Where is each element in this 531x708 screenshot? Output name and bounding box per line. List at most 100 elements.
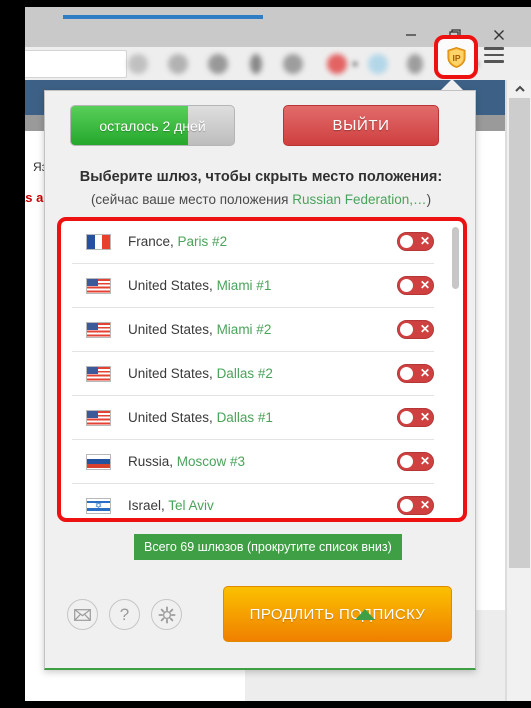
scroll-up-button[interactable] — [507, 80, 531, 97]
gateway-count-tooltip: Всего 69 шлюзов (прокрутите список вниз) — [134, 534, 402, 560]
minimize-button[interactable] — [393, 22, 429, 47]
gateway-toggle[interactable]: ✕ — [397, 408, 434, 427]
gateway-country: United States, — [128, 322, 213, 337]
gateway-city: Moscow #3 — [176, 454, 246, 469]
help-icon[interactable]: ? — [109, 599, 140, 630]
gateway-label: France, Paris #2 — [128, 234, 227, 249]
svg-text:IP: IP — [452, 53, 460, 63]
toggle-off-icon: ✕ — [419, 498, 430, 512]
gateway-row[interactable]: Russia, Moscow #3 ✕ — [72, 440, 434, 484]
gateway-toggle[interactable]: ✕ — [397, 452, 434, 471]
tab-strip — [25, 7, 531, 22]
gateway-row[interactable]: United States, Miami #1 ✕ — [72, 264, 434, 308]
gateway-list[interactable]: France, Paris #2 ✕ United States, Miami #1… — [59, 219, 465, 520]
toggle-off-icon: ✕ — [419, 278, 430, 292]
shield-ip-icon[interactable]: IP — [447, 47, 466, 68]
subheading-suffix: ) — [426, 192, 432, 207]
screenshot-root: Язык as a IP — [0, 0, 531, 708]
toggle-knob — [400, 279, 413, 292]
exit-button[interactable]: ВЫЙТИ — [283, 105, 439, 146]
gateway-label: Israel, Tel Aviv — [128, 498, 214, 513]
toggle-off-icon: ✕ — [419, 366, 430, 380]
gateway-row[interactable]: United States, Miami #2 ✕ — [72, 308, 434, 352]
gateway-row[interactable]: ✡ Israel, Tel Aviv ✕ — [72, 484, 434, 519]
gateway-label: Russia, Moscow #3 — [128, 454, 245, 469]
menu-line-2 — [484, 53, 504, 57]
subheading-prefix: (сейчас ваше место положения — [90, 192, 293, 207]
current-location: Russian Federation,… — [292, 192, 427, 207]
popup-subheading: (сейчас ваше место положения Russian Fed… — [45, 192, 477, 207]
trial-label: осталось 2 дней — [99, 117, 206, 134]
gear-glyph — [157, 605, 176, 624]
toggle-knob — [400, 323, 413, 336]
gateway-toggle[interactable]: ✕ — [397, 320, 434, 339]
gear-icon[interactable] — [151, 599, 182, 630]
close-icon — [494, 29, 504, 40]
popup-heading: Выберите шлюз, чтобы скрыть место положе… — [79, 169, 443, 185]
gateway-country: United States, — [128, 366, 213, 381]
tooltip-arrow-icon — [355, 609, 375, 620]
gateway-label: United States, Miami #2 — [128, 322, 271, 337]
flag-fr-icon — [86, 233, 111, 250]
gateway-row[interactable]: United States, Dallas #2 ✕ — [72, 352, 434, 396]
renew-subscription-button[interactable]: ПРОДЛИТЬ ПОДПИСКУ — [223, 586, 452, 642]
gateway-country: Russia, — [128, 454, 174, 469]
gateway-city: Miami #1 — [216, 278, 272, 293]
popup-pointer-arrow — [441, 79, 463, 90]
browser-menu-button[interactable] — [484, 47, 504, 63]
toolbar-icon-2[interactable] — [168, 54, 188, 74]
flag-il-icon: ✡ — [86, 497, 111, 514]
mail-icon[interactable] — [67, 599, 98, 630]
toolbar-icon-1[interactable] — [128, 54, 148, 74]
mail-glyph — [74, 608, 91, 621]
gateway-country: United States, — [128, 278, 213, 293]
gateway-city: Miami #2 — [216, 322, 272, 337]
flag-ru-icon — [86, 453, 111, 470]
gateway-list-scrollbar-thumb[interactable] — [452, 227, 459, 289]
gateway-toggle[interactable]: ✕ — [397, 276, 434, 295]
toolbar-icon-6[interactable] — [327, 54, 347, 74]
gateway-row[interactable]: France, Paris #2 ✕ — [72, 220, 434, 264]
toggle-knob — [400, 367, 413, 380]
popup-top-row: осталось 2 дней ВЫЙТИ — [45, 105, 477, 149]
gateway-label: United States, Dallas #1 — [128, 410, 273, 425]
address-bar[interactable] — [25, 50, 127, 78]
gateway-city: Dallas #1 — [216, 410, 273, 425]
gateway-label: United States, Dallas #2 — [128, 366, 273, 381]
chevron-up-icon — [514, 85, 525, 92]
toggle-knob — [400, 455, 413, 468]
toggle-off-icon: ✕ — [419, 322, 430, 336]
gateway-country: Israel, — [128, 498, 165, 513]
gateway-toggle[interactable]: ✕ — [397, 232, 434, 251]
toggle-knob — [400, 235, 413, 248]
trial-progress-bar[interactable]: осталось 2 дней — [70, 105, 235, 146]
gateway-row[interactable]: United States, Dallas #1 ✕ — [72, 396, 434, 440]
page-scrollbar[interactable] — [506, 80, 531, 701]
toolbar-icon-7[interactable] — [368, 54, 388, 74]
toolbar-icon-8[interactable] — [407, 54, 423, 74]
toolbar-icon-5[interactable] — [283, 54, 303, 74]
toggle-off-icon: ✕ — [419, 410, 430, 424]
gateway-toggle[interactable]: ✕ — [397, 364, 434, 383]
toggle-knob — [400, 411, 413, 424]
minimize-icon — [406, 33, 416, 36]
close-button[interactable] — [481, 22, 517, 47]
toolbar-icon-4[interactable] — [250, 54, 262, 74]
toolbar-badge-dot — [352, 61, 358, 67]
toggle-off-icon: ✕ — [419, 454, 430, 468]
gateway-toggle[interactable]: ✕ — [397, 496, 434, 515]
toggle-knob — [400, 499, 413, 512]
flag-us-icon — [86, 365, 111, 382]
gateway-city: Tel Aviv — [168, 498, 214, 513]
gateway-country: United States, — [128, 410, 213, 425]
gateway-list-scrollbar[interactable] — [449, 221, 463, 519]
help-glyph: ? — [119, 604, 130, 624]
active-tab-indicator[interactable] — [63, 15, 263, 19]
gateway-country: France, — [128, 234, 174, 249]
gateway-label: United States, Miami #1 — [128, 278, 271, 293]
flag-us-icon — [86, 321, 111, 338]
page-scrollbar-thumb[interactable] — [509, 98, 530, 568]
toolbar-icon-3[interactable] — [208, 54, 228, 74]
menu-line-1 — [484, 47, 504, 50]
page-red-text: as a — [25, 190, 44, 205]
